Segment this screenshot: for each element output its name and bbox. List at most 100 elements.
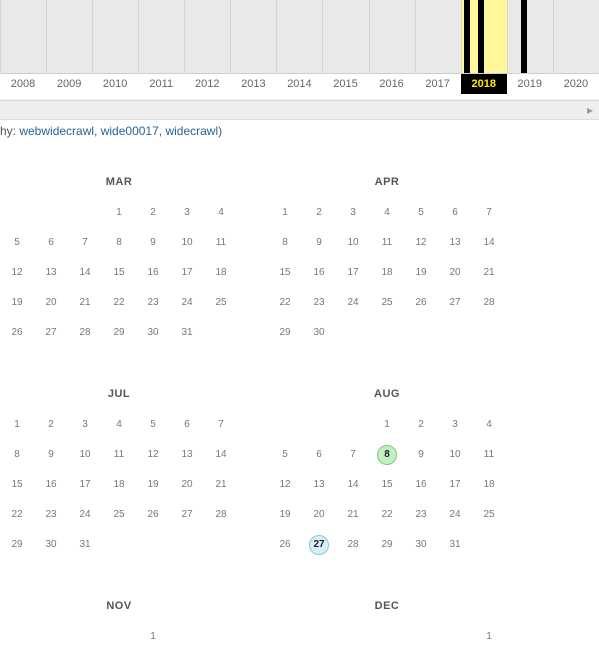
timeline-year-slot[interactable]: [276, 0, 323, 73]
calendar-day[interactable]: 9: [34, 440, 68, 470]
calendar-day[interactable]: 21: [68, 288, 102, 318]
calendar-day[interactable]: 28: [472, 288, 506, 318]
calendar-day[interactable]: 20: [302, 500, 336, 530]
timeline-year-label[interactable]: 2019: [507, 78, 553, 90]
calendar-day[interactable]: 4: [204, 198, 238, 228]
calendar-day[interactable]: 26: [404, 288, 438, 318]
calendar-day[interactable]: 23: [136, 288, 170, 318]
calendar-day[interactable]: 20: [438, 258, 472, 288]
calendar-day[interactable]: 26: [268, 530, 302, 560]
calendar-day[interactable]: 11: [472, 440, 506, 470]
calendar-day[interactable]: 16: [136, 258, 170, 288]
calendar-day[interactable]: 7: [472, 198, 506, 228]
calendar-day[interactable]: 4: [370, 198, 404, 228]
timeline-year-slot[interactable]: [230, 0, 277, 73]
calendar-day[interactable]: 22: [102, 288, 136, 318]
calendar-day[interactable]: 3: [68, 410, 102, 440]
calendar-day[interactable]: 6: [302, 440, 336, 470]
calendar-day[interactable]: 18: [472, 470, 506, 500]
calendar-day[interactable]: 31: [438, 530, 472, 560]
timeline-year-slot[interactable]: [138, 0, 185, 73]
timeline-year-label[interactable]: 2009: [46, 78, 92, 90]
calendar-day[interactable]: 12: [0, 258, 34, 288]
calendar-day[interactable]: 27: [34, 318, 68, 348]
calendar-day[interactable]: 24: [438, 500, 472, 530]
calendar-day[interactable]: 13: [34, 258, 68, 288]
calendar-day[interactable]: 28: [336, 530, 370, 560]
timeline-year-slot[interactable]: [184, 0, 231, 73]
calendar-day[interactable]: 15: [370, 470, 404, 500]
calendar-day[interactable]: 29: [370, 530, 404, 560]
calendar-day[interactable]: 31: [68, 530, 102, 560]
calendar-day[interactable]: 21: [204, 470, 238, 500]
timeline-year-slot[interactable]: [415, 0, 462, 73]
calendar-day[interactable]: 17: [438, 470, 472, 500]
calendar-day[interactable]: 27: [438, 288, 472, 318]
calendar-day[interactable]: 22: [268, 288, 302, 318]
calendar-day[interactable]: 7: [204, 410, 238, 440]
calendar-day[interactable]: 21: [336, 500, 370, 530]
calendar-day[interactable]: 11: [102, 440, 136, 470]
calendar-day[interactable]: 7: [68, 228, 102, 258]
calendar-day[interactable]: 5: [404, 198, 438, 228]
calendar-day[interactable]: 13: [302, 470, 336, 500]
calendar-day[interactable]: 18: [204, 258, 238, 288]
calendar-day[interactable]: 27: [170, 500, 204, 530]
calendar-day[interactable]: 24: [336, 288, 370, 318]
timeline-year-label[interactable]: 2010: [92, 78, 138, 90]
timeline-year-slot[interactable]: [369, 0, 416, 73]
calendar-day[interactable]: 8: [0, 440, 34, 470]
calendar-day[interactable]: 19: [0, 288, 34, 318]
timeline-year-label[interactable]: 2011: [138, 78, 184, 90]
calendar-day[interactable]: 19: [136, 470, 170, 500]
calendar-day[interactable]: 13: [438, 228, 472, 258]
calendar-day[interactable]: 14: [68, 258, 102, 288]
calendar-day[interactable]: 23: [404, 500, 438, 530]
calendar-day[interactable]: 22: [0, 500, 34, 530]
calendar-day[interactable]: 25: [370, 288, 404, 318]
calendar-day[interactable]: 12: [404, 228, 438, 258]
calendar-day[interactable]: 30: [136, 318, 170, 348]
calendar-day[interactable]: 20: [170, 470, 204, 500]
calendar-day[interactable]: 24: [170, 288, 204, 318]
calendar-day[interactable]: 5: [268, 440, 302, 470]
calendar-day[interactable]: 26: [0, 318, 34, 348]
calendar-day[interactable]: 1: [268, 198, 302, 228]
calendar-day[interactable]: 17: [170, 258, 204, 288]
timeline-year-label[interactable]: 2014: [276, 78, 322, 90]
calendar-day[interactable]: 23: [302, 288, 336, 318]
calendar-day[interactable]: 14: [204, 440, 238, 470]
why-link[interactable]: widecrawl: [165, 124, 218, 138]
timeline-year-label[interactable]: 2016: [369, 78, 415, 90]
calendar-day[interactable]: 25: [472, 500, 506, 530]
timeline-year-label[interactable]: 2018: [461, 74, 507, 94]
calendar-day[interactable]: 14: [472, 228, 506, 258]
calendar-day[interactable]: 2: [404, 410, 438, 440]
calendar-day[interactable]: 9: [136, 228, 170, 258]
calendar-day[interactable]: 3: [438, 410, 472, 440]
calendar-day[interactable]: 5: [0, 228, 34, 258]
timeline-year-slot[interactable]: [507, 0, 554, 73]
calendar-day[interactable]: 6: [34, 228, 68, 258]
calendar-day[interactable]: 15: [0, 470, 34, 500]
calendar-day[interactable]: 1: [370, 410, 404, 440]
calendar-day[interactable]: 9: [302, 228, 336, 258]
calendar-day[interactable]: 15: [102, 258, 136, 288]
calendar-day[interactable]: 18: [370, 258, 404, 288]
calendar-day[interactable]: 1: [102, 198, 136, 228]
calendar-day[interactable]: 26: [136, 500, 170, 530]
calendar-day[interactable]: 24: [68, 500, 102, 530]
timeline-year-label[interactable]: 2012: [184, 78, 230, 90]
calendar-day[interactable]: 11: [370, 228, 404, 258]
calendar-day[interactable]: 17: [336, 258, 370, 288]
timeline-year-label[interactable]: 2013: [230, 78, 276, 90]
timeline-year-label[interactable]: 2015: [322, 78, 368, 90]
calendar-day[interactable]: 10: [438, 440, 472, 470]
calendar-day[interactable]: 1: [472, 622, 506, 649]
calendar-day[interactable]: 7: [336, 440, 370, 470]
calendar-day[interactable]: 25: [204, 288, 238, 318]
calendar-day[interactable]: 23: [34, 500, 68, 530]
calendar-day[interactable]: 17: [68, 470, 102, 500]
timeline-year-label[interactable]: 2017: [415, 78, 461, 90]
calendar-day[interactable]: 3: [170, 198, 204, 228]
